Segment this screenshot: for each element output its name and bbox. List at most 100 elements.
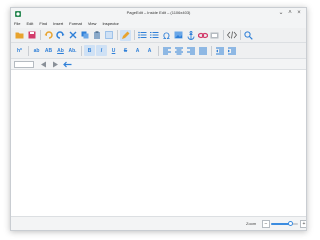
app-window: PageEdit – Inside Edit – (1106x403) ⌄ ˄ … [10,7,307,231]
format-toolbar: h* ab AB Ab Ab. B I U S A A [11,43,306,59]
save-icon [28,31,35,39]
increase-indent-button[interactable] [226,45,237,56]
titlecase-button[interactable]: Ab [55,45,66,56]
toolbar-separator [223,30,224,40]
insert-image-button[interactable] [173,30,184,41]
insert-box-button[interactable] [209,30,220,41]
box-icon [210,32,219,38]
menu-file[interactable]: File [14,20,20,28]
underline-label: U [111,47,116,54]
paste-icon [93,31,100,39]
code-view-button[interactable] [226,30,237,41]
subscript-button[interactable]: A [132,45,143,56]
undo-button[interactable] [43,30,54,41]
zoom-out-button[interactable]: − [262,220,270,228]
open-button[interactable] [14,30,25,41]
strikethrough-label: S [123,47,128,54]
lowercase-label: ab [33,47,40,54]
decrease-indent-button[interactable] [214,45,225,56]
zoom-label: Zoom [246,221,257,226]
italic-button[interactable]: I [96,45,107,56]
sentencecase-label: Ab. [68,47,77,54]
back-button[interactable] [38,59,49,70]
forward-button[interactable] [50,59,61,70]
search-icon [244,30,253,40]
omega-icon: Ω [163,32,170,40]
anchor-icon [187,30,194,40]
menu-edit[interactable]: Edit [26,20,33,28]
toolbar-separator [240,30,241,40]
align-right-button[interactable] [185,45,196,56]
indent-icon [227,47,236,54]
close-button[interactable]: × [296,10,302,17]
align-center-icon [174,47,183,54]
redo-button[interactable] [55,30,66,41]
paste-button[interactable] [91,30,102,41]
undo-icon [44,31,53,39]
go-back-button[interactable] [62,59,73,70]
navigation-toolbar [11,59,306,70]
bullet-list-button[interactable] [137,30,148,41]
copy-button[interactable] [79,30,90,41]
folder-icon [15,32,24,39]
link-icon [197,32,208,38]
uppercase-label: AB [44,47,53,54]
superscript-label: A [147,47,152,54]
align-left-button[interactable] [161,45,172,56]
insert-anchor-button[interactable] [185,30,196,41]
save-button[interactable] [26,30,37,41]
menu-format[interactable]: Format [69,20,82,28]
align-center-button[interactable] [173,45,184,56]
underline-button[interactable]: U [108,45,119,56]
sentencecase-button[interactable]: Ab. [67,45,78,56]
editor-area[interactable] [11,70,306,216]
zoom-in-button[interactable]: + [300,220,306,228]
triangle-left-icon [41,61,46,67]
maximize-button[interactable]: ˄ [287,10,293,17]
select-all-button[interactable] [103,30,114,41]
cut-button[interactable] [67,30,78,41]
zoom-slider-thumb[interactable] [287,221,293,226]
align-right-icon [186,47,195,54]
code-icon [226,31,237,39]
menu-find[interactable]: Find [39,20,47,28]
svg-text:Ω: Ω [163,32,170,40]
titlecase-label: Ab [57,47,64,54]
uppercase-button[interactable]: AB [43,45,54,56]
status-bar: Zoom − + [11,216,306,230]
align-left-icon [162,47,171,54]
copy-icon [81,31,88,39]
outdent-icon [215,47,224,54]
pen-icon [122,31,130,39]
toolbar-separator [211,45,212,56]
menu-bar: File Edit Find Insert Format View Inspec… [11,20,306,28]
menu-view[interactable]: View [88,20,97,28]
heading-button[interactable]: h* [14,45,25,56]
find-button[interactable] [243,30,254,41]
minimize-button[interactable]: ⌄ [278,10,284,17]
window-title: PageEdit – Inside Edit – (1106x403) [126,10,191,15]
lowercase-button[interactable]: ab [31,45,42,56]
triangle-right-icon [53,61,58,67]
style-select[interactable] [14,60,34,68]
special-char-button[interactable]: Ω [161,30,172,41]
select-all-icon [104,31,113,39]
subscript-label: A [135,47,140,54]
menu-inspector[interactable]: Inspector [102,20,118,28]
zoom-slider[interactable] [271,221,298,226]
toolbar-separator [134,30,135,40]
toolbar-separator [158,45,159,56]
toolbar-separator [40,30,41,40]
menu-insert[interactable]: Insert [53,20,63,28]
bold-label: B [87,47,92,54]
superscript-button[interactable]: A [144,45,155,56]
bold-button[interactable]: B [84,45,95,56]
insert-link-button[interactable] [197,30,208,41]
main-toolbar: Ω [11,28,306,43]
edit-mode-button[interactable] [120,29,131,41]
toolbar-separator [117,30,118,40]
strikethrough-button[interactable]: S [120,45,131,56]
cut-icon [69,31,76,39]
numbered-list-button[interactable] [149,30,160,41]
justify-button[interactable] [197,45,208,56]
